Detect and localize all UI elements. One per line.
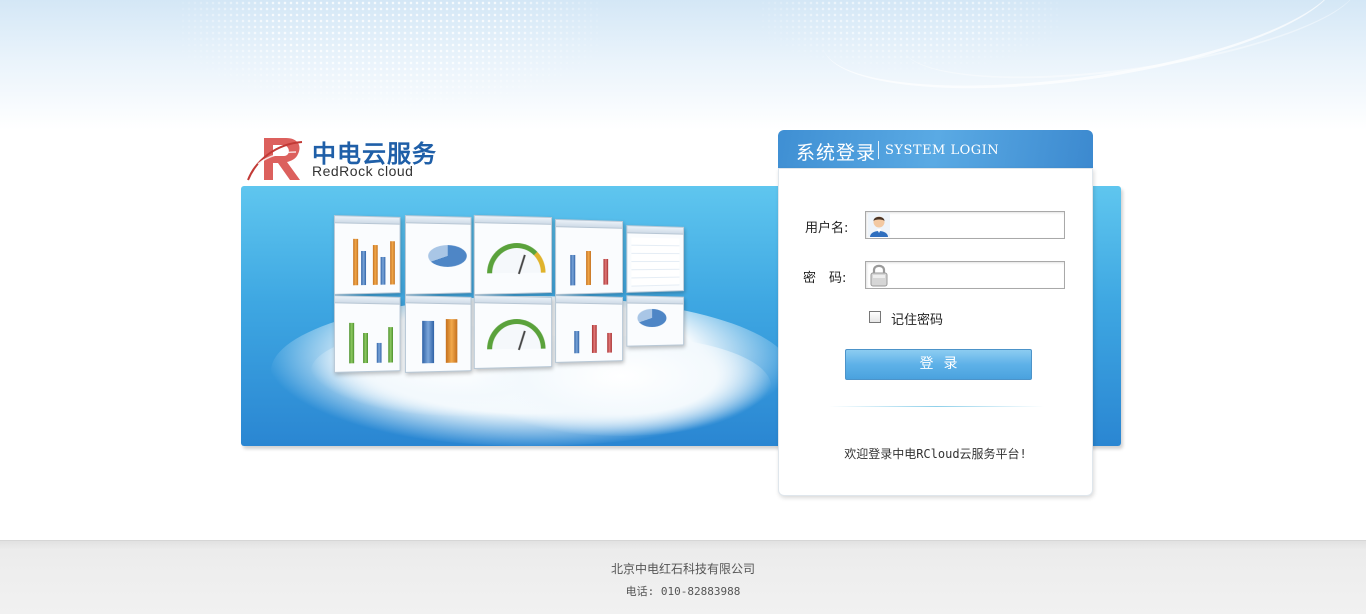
world-map-dots	[180, 0, 600, 110]
dashboard-panel-table	[626, 225, 685, 293]
remember-label[interactable]: 记住密码	[891, 309, 943, 328]
dashboard-panel-pie	[404, 215, 472, 295]
login-form: 用户名: 密 码: 记住密码 登录 欢迎登录中电RCloud云服务平台!	[778, 168, 1093, 496]
login-title: 系统登录	[796, 142, 877, 164]
password-input[interactable]	[892, 262, 1062, 288]
dashboard-panel-bars	[333, 215, 401, 295]
padlock-icon	[870, 264, 888, 287]
company-name: 北京中电红石科技有限公司	[610, 562, 755, 576]
username-label: 用户名:	[805, 221, 849, 236]
password-field[interactable]	[865, 261, 1065, 289]
dashboard-panel-gauge-2	[473, 294, 553, 370]
login-button[interactable]: 登录	[845, 349, 1032, 380]
dashboard-panel-bars-3d	[404, 295, 472, 373]
dashboard-panel-pie-2	[626, 295, 685, 347]
dashboard-panel-gauge	[473, 214, 553, 296]
divider-line	[829, 406, 1044, 407]
company-phone: 电话: 010-82883988	[625, 585, 741, 598]
page-footer: 北京中电红石科技有限公司 电话: 010-82883988	[0, 540, 1366, 614]
title-separator	[878, 141, 879, 159]
username-field[interactable]	[865, 211, 1065, 239]
login-title-en: SYSTEM LOGIN	[885, 143, 1000, 158]
header-background	[0, 0, 1366, 130]
username-input[interactable]	[892, 212, 1062, 238]
dashboard-panel-bars-red	[555, 295, 624, 363]
remember-checkbox[interactable]	[869, 311, 881, 323]
brand-name-en: RedRock cloud	[312, 163, 414, 179]
redrock-r-logo-icon	[247, 138, 303, 181]
dashboard-panel-bars-small	[555, 218, 624, 296]
welcome-message: 欢迎登录中电RCloud云服务平台!	[844, 447, 1027, 461]
brand-logo: 中电云服务 RedRock cloud	[246, 134, 446, 184]
login-header: 系统登录 SYSTEM LOGIN	[778, 130, 1093, 170]
user-avatar-icon	[868, 213, 890, 237]
dashboard-panel-bars-green	[333, 295, 401, 373]
password-label: 密 码:	[803, 271, 847, 286]
